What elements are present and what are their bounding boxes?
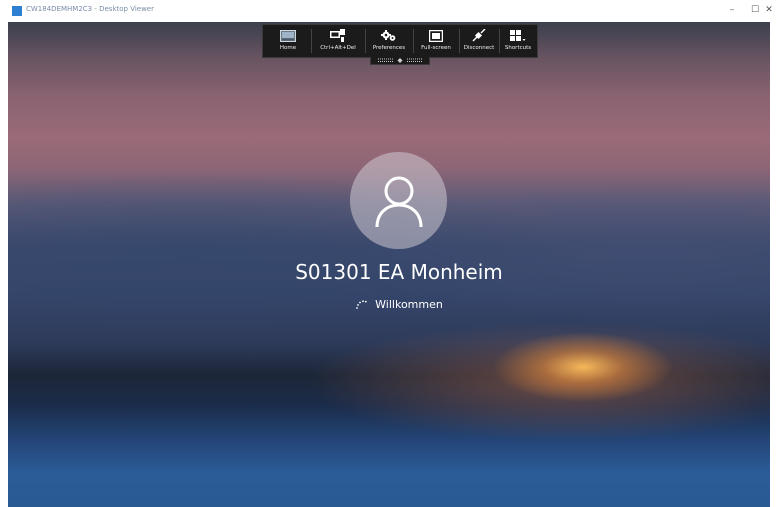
- disconnect-button[interactable]: Disconnect: [461, 25, 497, 57]
- user-icon: [375, 176, 422, 227]
- title-bar[interactable]: CW184DEMHM2C3 - Desktop Viewer – ☐ ✕: [0, 0, 778, 22]
- desktop-viewer-window: CW184DEMHM2C3 - Desktop Viewer – ☐ ✕ Hom…: [0, 0, 778, 507]
- app-icon: [12, 6, 22, 16]
- toolbar-separator: [459, 29, 460, 53]
- fullscreen-icon: [429, 29, 443, 42]
- ctrl-alt-del-label: Ctrl+Alt+Del: [320, 45, 356, 51]
- minimize-button[interactable]: –: [722, 2, 742, 18]
- disconnect-label: Disconnect: [463, 45, 495, 51]
- toolbar-separator: [365, 29, 366, 53]
- preferences-label: Preferences: [372, 45, 406, 51]
- fullscreen-button[interactable]: Full-screen: [415, 25, 457, 57]
- ctrl-alt-del-icon: [330, 29, 345, 42]
- grip-handle-icon: [378, 58, 422, 63]
- window-title: CW184DEMHM2C3 - Desktop Viewer: [26, 5, 154, 13]
- welcome-status: Willkommen: [208, 298, 590, 311]
- home-label: Home: [279, 45, 297, 51]
- viewer-toolbar: Home Ctrl+Alt+Del Preferences Full-scree…: [262, 24, 538, 58]
- home-button[interactable]: Home: [267, 25, 309, 57]
- gears-icon: [381, 29, 396, 41]
- shortcuts-button[interactable]: Shortcuts: [501, 25, 535, 57]
- toolbar-separator: [413, 29, 414, 53]
- home-icon: [280, 29, 296, 42]
- toolbar-separator: [311, 29, 312, 53]
- shortcuts-label: Shortcuts: [504, 45, 532, 51]
- toolbar-drag-handle[interactable]: [370, 57, 430, 65]
- user-avatar: [350, 152, 447, 249]
- grid-shortcuts-icon: [510, 29, 526, 41]
- preferences-button[interactable]: Preferences: [367, 25, 411, 57]
- disconnect-plug-icon: [472, 29, 486, 42]
- close-button[interactable]: ✕: [762, 2, 776, 18]
- toolbar-separator: [499, 29, 500, 53]
- ctrl-alt-del-button[interactable]: Ctrl+Alt+Del: [313, 25, 363, 57]
- fullscreen-label: Full-screen: [421, 45, 451, 51]
- loading-spinner-icon: [356, 299, 367, 309]
- welcome-text: Willkommen: [375, 298, 443, 311]
- remote-desktop-area[interactable]: Home Ctrl+Alt+Del Preferences Full-scree…: [8, 22, 770, 507]
- user-name: S01301 EA Monheim: [295, 260, 503, 284]
